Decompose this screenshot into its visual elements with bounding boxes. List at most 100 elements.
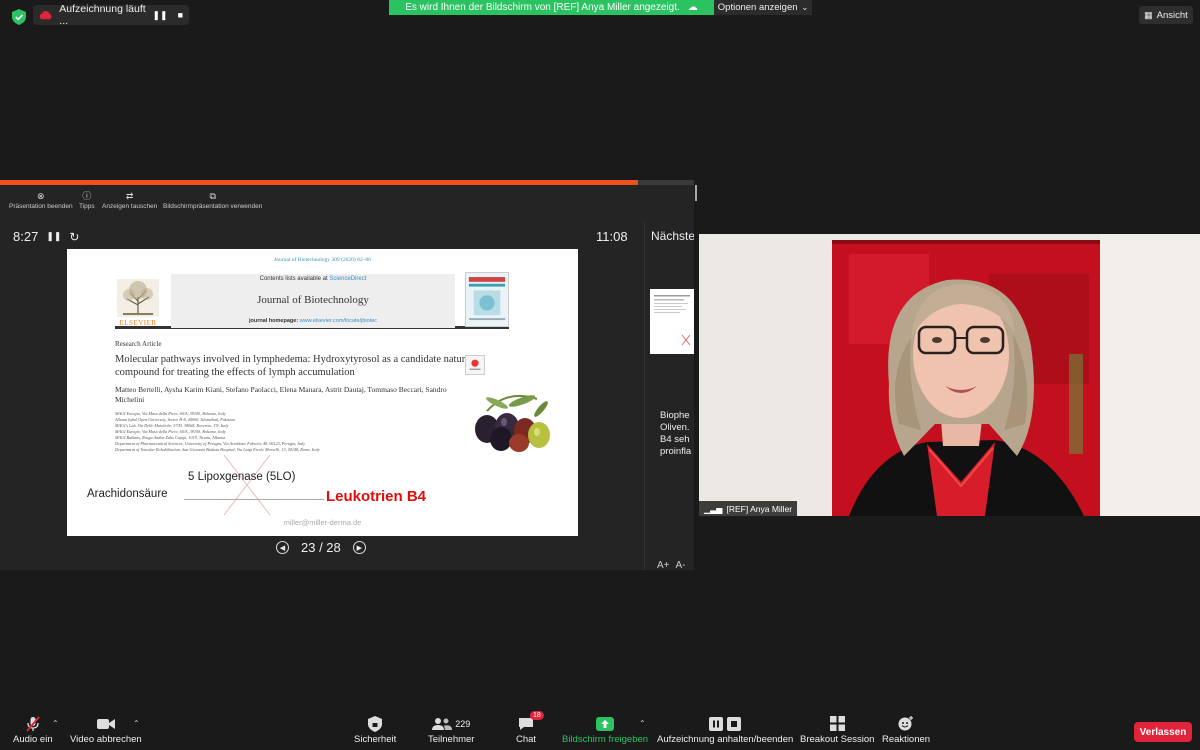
pause-stop-icon <box>709 716 742 731</box>
participants-icon <box>432 717 453 730</box>
signal-strength-icon: ▁▃▅ <box>704 504 723 514</box>
recording-indicator[interactable]: Aufzeichnung läuft ... ❚❚ ■ <box>33 3 189 27</box>
previous-slide-icon[interactable]: ◀ <box>276 541 289 554</box>
cloud-recording-icon <box>39 11 52 20</box>
participant-name: [REF] Anya Miller <box>726 504 793 514</box>
article-authors: Matteo Bertelli, Aysha Karim Kiani, Stef… <box>115 385 447 404</box>
share-options-chevron-icon[interactable]: ⌃ <box>639 719 646 728</box>
leave-meeting-button[interactable]: Verlassen <box>1134 722 1192 742</box>
video-button[interactable]: Video abbrechen <box>70 716 142 745</box>
pause-recording-icon[interactable]: ❚❚ <box>152 10 167 21</box>
pause-timer-icon[interactable]: ❚❚ <box>46 231 61 242</box>
affiliation-line: Department of Vascular Rehabilitation, S… <box>115 447 320 452</box>
recording-control-button[interactable]: Aufzeichnung anhalten/beenden <box>657 716 793 745</box>
notes-line: Biophe <box>660 410 690 421</box>
share-banner-text: Es wird Ihnen der Bildschirm von [REF] A… <box>405 2 680 13</box>
next-slide-preview <box>654 295 691 346</box>
recording-control-label: Aufzeichnung anhalten/beenden <box>657 734 794 745</box>
participants-icon-group: 229 <box>432 716 470 731</box>
panel-resize-handle[interactable] <box>695 185 697 201</box>
reactions-button[interactable]: Reaktionen <box>882 716 930 745</box>
homepage-url: www.elsevier.com/locate/jbiotec <box>299 318 378 324</box>
slide-counter: 23 / 28 <box>301 540 341 555</box>
reset-timer-icon[interactable]: ↻ <box>69 230 79 244</box>
video-camera-icon <box>96 716 115 731</box>
journal-citation: Journal of Biotechnology 309 (2020) 82–8… <box>274 257 371 263</box>
breakout-grid-icon <box>829 716 845 731</box>
smiley-plus-icon <box>898 716 914 731</box>
chat-button[interactable]: 18 Chat <box>516 711 544 745</box>
swap-displays-button[interactable]: ⇄ Anzeigen tauschen <box>102 192 157 211</box>
article-title: Molecular pathways involved in lymphedem… <box>115 354 473 378</box>
article-type: Research Article <box>115 340 162 348</box>
font-size-controls: A+ A- <box>657 560 686 571</box>
share-screen-icon <box>596 716 615 731</box>
presenter-email: miller@miller-derma.de <box>283 518 362 527</box>
olives-image <box>475 395 550 452</box>
enzyme-label: 5 Lipoxgenase (5LO) <box>188 471 296 483</box>
view-options-label: Optionen anzeigen <box>717 2 798 13</box>
reactions-label: Reaktionen <box>882 734 931 745</box>
slide-progress-fill <box>0 180 639 185</box>
view-button[interactable]: ▦ Ansicht <box>1139 6 1193 24</box>
current-slide: Journal of Biotechnology 309 (2020) 82–8… <box>67 249 578 536</box>
participant-name-tag: ▁▃▅ [REF] Anya Miller <box>699 501 798 517</box>
notes-line: proinfla <box>660 446 692 457</box>
check-for-updates-badge <box>465 355 485 375</box>
panel-divider <box>644 222 645 570</box>
reaction-arrow <box>184 499 324 500</box>
participant-video[interactable] <box>699 234 1200 516</box>
view-options-button[interactable]: Optionen anzeigen ⌄ <box>714 0 812 15</box>
participants-button[interactable]: 229 Teilnehmer <box>428 716 474 745</box>
journal-cover-image <box>465 272 509 327</box>
publisher-name: ELSEVIER <box>119 319 157 327</box>
recording-label: Aufzeichnung läuft ... <box>59 3 146 27</box>
substrate-label: Arachidonsäure <box>87 488 168 500</box>
presenter-view: ⊗ Präsentation beenden ⓘ Tipps ⇄ Anzeige… <box>0 180 694 571</box>
tips-button[interactable]: ⓘ Tipps <box>79 192 95 211</box>
notes-line: Oliven. <box>660 422 690 433</box>
stop-recording-icon[interactable]: ■ <box>178 10 183 20</box>
audio-button[interactable]: Audio ein <box>13 715 53 745</box>
security-label: Sicherheit <box>354 734 397 745</box>
author-affiliations: MAGI Euregio, Via Maso della Pieve, 60/A… <box>115 411 455 453</box>
grid-view-icon: ▦ <box>1144 9 1153 20</box>
end-presentation-button[interactable]: ⊗ Präsentation beenden <box>9 192 73 211</box>
video-options-chevron-icon[interactable]: ⌃ <box>133 719 140 728</box>
next-slide-icon[interactable]: ▶ <box>352 541 366 554</box>
increase-font-button[interactable]: A+ <box>657 560 670 571</box>
next-slide-thumbnail[interactable] <box>650 289 694 354</box>
video-feed <box>699 234 1200 516</box>
breakout-session-label: Breakout Session <box>800 734 875 745</box>
audio-options-chevron-icon[interactable]: ⌃ <box>52 719 59 728</box>
chat-label: Chat <box>516 734 537 745</box>
security-button[interactable]: Sicherheit <box>354 715 397 745</box>
audio-label: Audio ein <box>13 734 53 745</box>
share-screen-label: Bildschirm freigeben <box>562 734 649 745</box>
journal-name: Journal of Biotechnology <box>257 294 369 306</box>
share-screen-button[interactable]: Bildschirm freigeben <box>562 716 648 745</box>
decrease-font-button[interactable]: A- <box>676 560 686 571</box>
breakout-session-button[interactable]: Breakout Session <box>800 716 874 745</box>
chat-bubble-icon: 18 <box>518 711 544 731</box>
sciencedirect-link: ScienceDirect <box>329 276 367 282</box>
presentation-timer: 8:27 ❚❚ ↻ <box>13 229 79 244</box>
screen-share-banner: Es wird Ihnen der Bildschirm von [REF] A… <box>389 0 714 15</box>
slide-navigation: ◀ 23 / 28 ▶ <box>276 540 366 555</box>
participants-count: 229 <box>455 718 471 729</box>
shield-check-icon[interactable] <box>12 9 26 25</box>
notes-line: B4 seh <box>660 434 690 445</box>
elapsed-time: 8:27 <box>13 229 39 244</box>
next-slide-label: Nächste <box>651 229 694 243</box>
end-presentation-label: Präsentation beenden <box>9 203 73 210</box>
chevron-down-icon: ⌄ <box>801 3 809 12</box>
current-time: 11:08 <box>596 229 628 244</box>
tips-label: Tipps <box>79 203 95 210</box>
microphone-muted-icon <box>25 715 41 732</box>
use-slideshow-button[interactable]: ⧉ Bildschirmpräsentation verwenden <box>163 192 262 211</box>
view-label: Ansicht <box>1156 9 1188 21</box>
contents-line: Contents lists available at ScienceDirec… <box>171 276 455 282</box>
participants-label: Teilnehmer <box>428 734 475 745</box>
video-label: Video abbrechen <box>70 734 142 745</box>
homepage-prefix: journal homepage: <box>248 318 299 324</box>
